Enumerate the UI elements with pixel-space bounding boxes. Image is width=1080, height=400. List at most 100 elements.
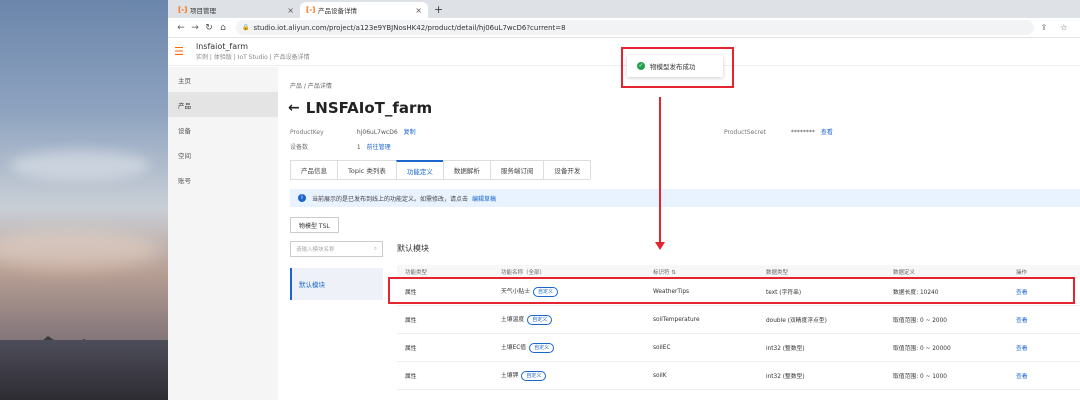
header-breadcrumb: 实例 | 体验版 | IoT Studio | 产品设备详情 [196, 54, 310, 61]
project-name: lnsfaiot_farm [196, 42, 249, 51]
device-count-label: 设备数 [290, 144, 309, 151]
module-item-default[interactable]: 默认模块 [290, 268, 383, 300]
cell-name: 土壤钾 自定义 [501, 370, 653, 381]
product-secret-row: ProductSecret ******** 查看 [724, 127, 833, 136]
col-header-name[interactable]: 功能名称（全部） [501, 268, 653, 276]
product-key-row: ProductKey hj06uL7wcD6 复制 [290, 127, 416, 136]
edit-draft-link[interactable]: 编辑草稿 [472, 194, 496, 203]
custom-tag: 自定义 [521, 371, 547, 381]
page-title: ← LNSFAIoT_farm [288, 99, 432, 117]
address-actions: ⇪ ☆ [1034, 23, 1074, 32]
col-header-type: 功能类型 [405, 269, 428, 276]
name-text: 土壤EC值 [501, 345, 527, 351]
info-icon: i [298, 194, 306, 202]
sidebar-item-device[interactable]: 设备 [168, 117, 278, 142]
tab-data-parsing[interactable]: 数据解析 [442, 160, 491, 179]
tab-strip: [-] 项目管理 × [-] 产品设备详情 × + [168, 0, 1080, 18]
close-icon[interactable]: × [415, 6, 422, 15]
cell-type: 属性 [405, 318, 417, 324]
product-key-label: ProductKey [290, 129, 324, 136]
cell-datatype: double (双精度浮点型) [766, 318, 827, 324]
cell-name: 土壤温度 自定义 [501, 314, 653, 325]
sidebar-item-product[interactable]: 产品 [168, 92, 278, 117]
cell-type: 属性 [405, 374, 417, 380]
cell-identifier: soilTemperature [653, 316, 700, 323]
search-icon[interactable]: ⌕ [374, 246, 377, 253]
cell-definition: 取值范围: 0 ~ 20000 [893, 346, 951, 352]
aliyun-icon: [-] [306, 6, 316, 14]
product-title: LNSFAIoT_farm [305, 99, 433, 117]
copy-link[interactable]: 复制 [404, 129, 416, 136]
back-arrow-icon[interactable]: ← [288, 100, 300, 116]
cell-datatype: int32 (整数型) [766, 346, 805, 352]
col-header-datatype: 数据类型 [766, 269, 789, 276]
annotation-arrow-head [655, 242, 665, 250]
reload-icon[interactable]: ↻ [202, 23, 216, 33]
col-header-identifier[interactable]: 标识符 ⇅ [653, 268, 766, 276]
url-field[interactable]: 🔒 studio.iot.aliyun.com/project/a123e9YB… [236, 20, 1034, 35]
app-title: lnsfaiot_farm 实例 | 体验版 | IoT Studio | 产品… [196, 42, 310, 61]
cell-identifier: soilK [653, 372, 667, 379]
wallpaper-hill [0, 340, 168, 400]
product-tabs: 产品信息 Topic 类列表 功能定义 数据解析 服务端订阅 设备开发 [290, 160, 592, 180]
tab-topic-list[interactable]: Topic 类列表 [337, 160, 397, 179]
device-count-value: 1 [356, 144, 361, 151]
wallpaper-cloud [0, 230, 160, 270]
annotation-box-toast [621, 47, 734, 88]
annotation-arrow-line [659, 97, 661, 245]
aliyun-icon: [-] [178, 6, 188, 14]
lock-icon: 🔒 [242, 24, 250, 31]
sidebar-item-home[interactable]: 主页 [168, 67, 278, 92]
browser-tab-device-detail[interactable]: [-] 产品设备详情 × [300, 2, 428, 18]
wallpaper-cloud [10, 150, 150, 180]
tab-server-subscription[interactable]: 服务端订阅 [489, 160, 545, 179]
tab-label: 产品设备详情 [318, 7, 357, 15]
table-row: 属性 土壤EC值 自定义 soilEC int32 (整数型) 取值范围: 0 ~… [397, 334, 1080, 362]
device-count-row: 设备数 1 前往管理 [290, 142, 391, 151]
desktop-wallpaper [0, 0, 168, 400]
module-search-input[interactable]: 请输入模块名称 ⌕ [290, 241, 383, 257]
cell-definition: 取值范围: 0 ~ 2000 [893, 318, 947, 324]
view-link[interactable]: 查看 [1016, 371, 1080, 380]
cell-datatype: int32 (整数型) [766, 374, 805, 380]
forward-icon[interactable]: → [188, 23, 202, 33]
sidebar-item-space[interactable]: 空间 [168, 142, 278, 167]
menu-icon[interactable]: ☰ [174, 45, 190, 58]
name-text: 土壤钾 [501, 373, 519, 379]
sidebar-item-account[interactable]: 账号 [168, 167, 278, 192]
view-link[interactable]: 查看 [1016, 315, 1080, 324]
notice-text: 当前展示的是已发布到线上的功能定义。如需修改，请点击 [312, 195, 469, 203]
manage-link[interactable]: 前往管理 [367, 144, 391, 151]
name-text: 土壤温度 [501, 317, 525, 323]
table-row: 属性 土壤钾 自定义 soilK int32 (整数型) 取值范围: 0 ~ 10… [397, 362, 1080, 390]
share-icon[interactable]: ⇪ [1041, 23, 1048, 32]
annotation-box-row [388, 277, 1075, 304]
col-header-definition: 数据定义 [893, 269, 916, 276]
new-tab-button[interactable]: + [428, 3, 449, 18]
tab-device-development[interactable]: 设备开发 [543, 160, 592, 179]
back-icon[interactable]: ← [174, 23, 188, 33]
tab-function-definition[interactable]: 功能定义 [395, 160, 444, 179]
address-bar: ← → ↻ ⌂ 🔒 studio.iot.aliyun.com/project/… [168, 18, 1080, 38]
breadcrumb: 产品 / 产品详情 [290, 83, 332, 90]
product-key-value: hj06uL7wcD6 [356, 129, 398, 136]
close-icon[interactable]: × [287, 6, 294, 15]
product-secret-label: ProductSecret [724, 129, 766, 136]
cell-definition: 取值范围: 0 ~ 1000 [893, 374, 947, 380]
table-row: 属性 土壤温度 自定义 soilTemperature double (双精度浮点… [397, 306, 1080, 334]
tab-product-info[interactable]: 产品信息 [290, 160, 338, 179]
view-secret-link[interactable]: 查看 [821, 129, 833, 136]
module-search-placeholder: 请输入模块名称 [296, 247, 335, 253]
home-icon[interactable]: ⌂ [216, 23, 230, 33]
browser-tab-project[interactable]: [-] 项目管理 × [172, 2, 300, 18]
info-notice: i 当前展示的是已发布到线上的功能定义。如需修改，请点击 编辑草稿 [290, 189, 1080, 207]
module-panel: 请输入模块名称 ⌕ 默认模块 [290, 241, 383, 300]
section-title: 默认模块 [397, 244, 429, 253]
tsl-button[interactable]: 物模型 TSL [290, 217, 339, 233]
cell-name: 土壤EC值 自定义 [501, 342, 653, 353]
bookmark-icon[interactable]: ☆ [1060, 23, 1067, 32]
view-link[interactable]: 查看 [1016, 343, 1080, 352]
cell-identifier: soilEC [653, 344, 671, 351]
main-content: 产品 / 产品详情 ← LNSFAIoT_farm ProductKey hj0… [278, 67, 1080, 400]
custom-tag: 自定义 [527, 315, 553, 325]
